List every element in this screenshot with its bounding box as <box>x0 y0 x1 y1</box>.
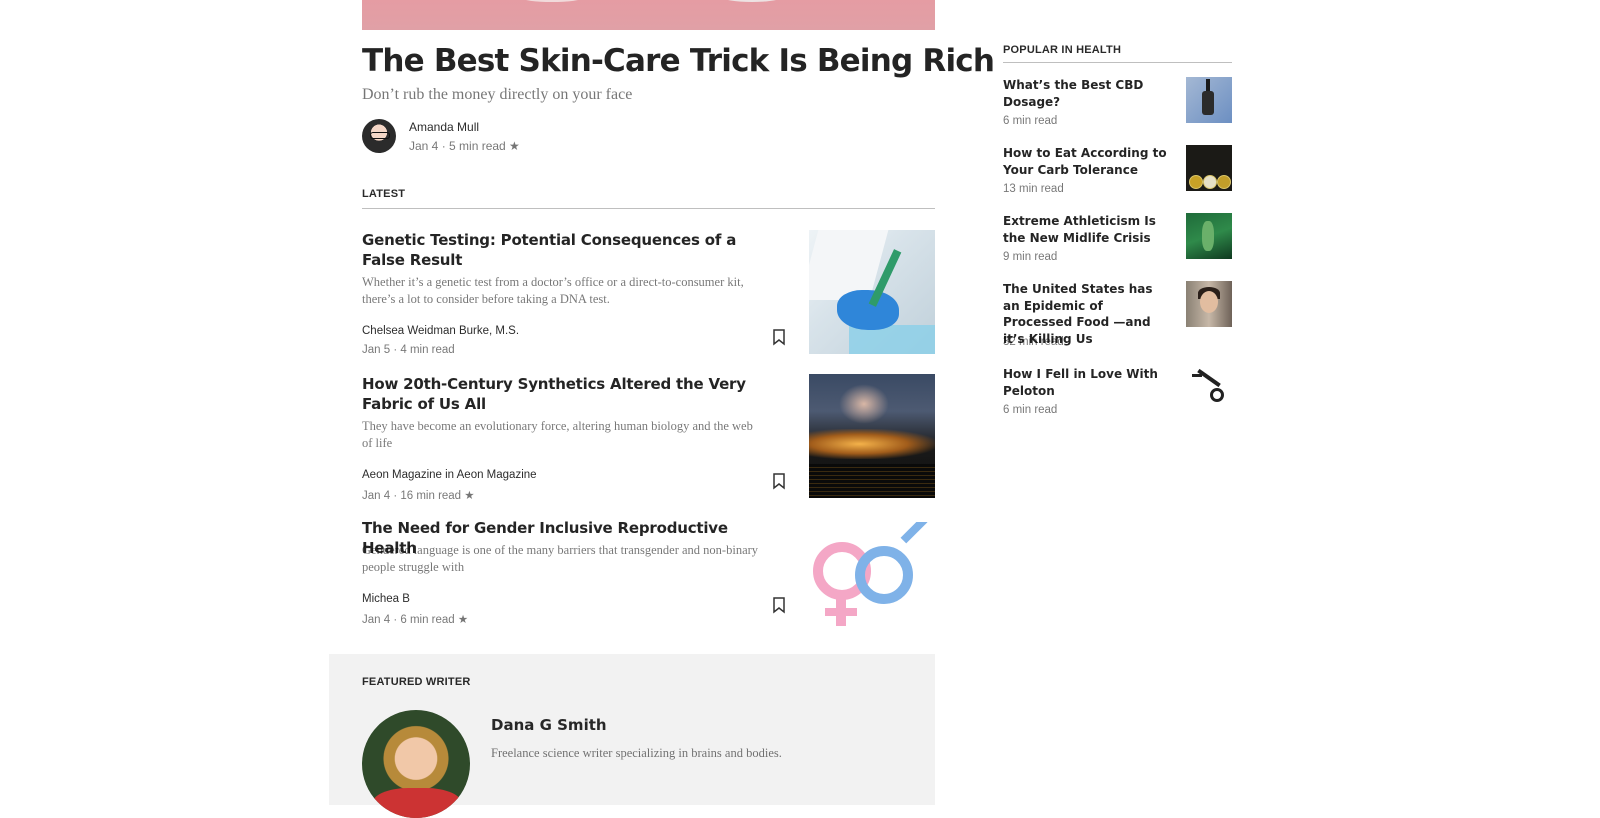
popular-item-title[interactable]: How to Eat According to Your Carb Tolera… <box>1003 145 1173 178</box>
post-meta: Jan 4 · 5 min read ★ <box>409 139 520 153</box>
post-meta: Jan 5 · 4 min read <box>362 344 455 356</box>
post-title[interactable]: Genetic Testing: Potential Consequences … <box>362 230 762 270</box>
bookmark-icon[interactable] <box>771 328 787 346</box>
popular-section-label: POPULAR IN HEALTH <box>1003 44 1122 56</box>
post-card: The Need for Gender Inclusive Reproducti… <box>362 518 935 642</box>
popular-item-meta: 9 min read <box>1003 251 1058 263</box>
post-card: How 20th-Century Synthetics Altered the … <box>362 374 935 502</box>
popular-item-meta: 6 min read <box>1003 404 1058 416</box>
popular-item-thumbnail[interactable] <box>1186 77 1232 123</box>
author-avatar[interactable] <box>362 119 396 153</box>
post-card: Genetic Testing: Potential Consequences … <box>362 230 935 356</box>
featured-writer-label: FEATURED WRITER <box>362 676 471 688</box>
post-title[interactable]: How 20th-Century Synthetics Altered the … <box>362 374 762 414</box>
popular-item-meta: 6 min read <box>1003 115 1058 127</box>
hero-subtitle: Don’t rub the money directly on your fac… <box>362 86 633 103</box>
post-meta: Jan 4 · 6 min read ★ <box>362 614 469 626</box>
popular-item-thumbnail[interactable] <box>1186 281 1232 327</box>
popular-item-thumbnail[interactable] <box>1186 145 1232 191</box>
popular-item-meta: 32 min read <box>1003 336 1064 348</box>
featured-writer-name[interactable]: Dana G Smith <box>491 716 607 734</box>
hero-image-detail <box>722 0 782 2</box>
section-divider <box>362 208 935 209</box>
post-author[interactable]: Michea B <box>362 593 410 605</box>
hero-title[interactable]: The Best Skin-Care Trick Is Being Rich <box>362 42 995 80</box>
popular-item-thumbnail[interactable] <box>1186 213 1232 259</box>
popular-item-title[interactable]: Extreme Athleticism Is the New Midlife C… <box>1003 213 1173 246</box>
post-excerpt: Gendered language is one of the many bar… <box>362 543 759 574</box>
featured-writer-bio: Freelance science writer specializing in… <box>491 746 782 760</box>
bookmark-icon[interactable] <box>771 596 787 614</box>
hero-image-detail <box>522 0 582 2</box>
hero-author-row: Amanda Mull Jan 4 · 5 min read ★ <box>362 119 935 155</box>
post-excerpt: They have become an evolutionary force, … <box>362 419 753 450</box>
post-excerpt: Whether it’s a genetic test from a docto… <box>362 275 744 306</box>
post-meta: Jan 4 · 16 min read ★ <box>362 490 475 502</box>
popular-item-title[interactable]: What’s the Best CBD Dosage? <box>1003 77 1173 110</box>
popular-item-thumbnail[interactable] <box>1186 366 1232 412</box>
popular-item-meta: 13 min read <box>1003 183 1064 195</box>
latest-section-label: LATEST <box>362 188 406 200</box>
post-thumbnail[interactable] <box>809 522 935 626</box>
post-thumbnail[interactable] <box>809 374 935 498</box>
hero-image[interactable] <box>362 0 935 30</box>
author-name[interactable]: Amanda Mull <box>409 120 479 134</box>
featured-writer-avatar[interactable] <box>362 710 470 818</box>
bookmark-icon[interactable] <box>771 472 787 490</box>
post-thumbnail[interactable] <box>809 230 935 354</box>
popular-item-title[interactable]: How I Fell in Love With Peloton <box>1003 366 1173 399</box>
section-divider <box>1003 62 1232 63</box>
post-author[interactable]: Chelsea Weidman Burke, M.S. <box>362 325 519 337</box>
featured-writer-section: FEATURED WRITER Dana G Smith Freelance s… <box>329 654 935 818</box>
post-author[interactable]: Aeon Magazine in Aeon Magazine <box>362 469 537 481</box>
